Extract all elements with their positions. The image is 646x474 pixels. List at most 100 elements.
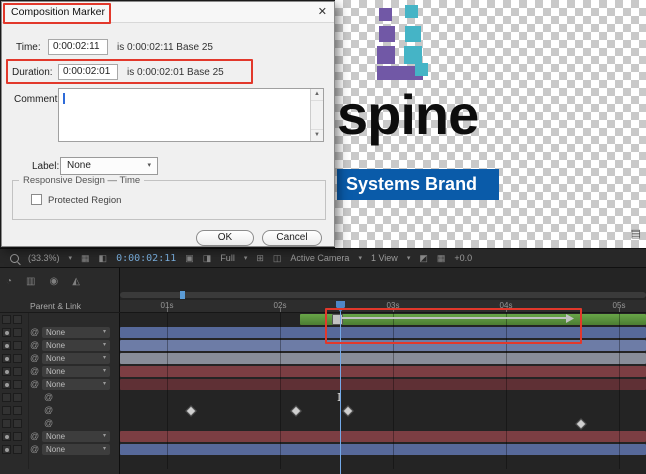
layer-duration-bar[interactable]: [120, 444, 646, 455]
magnification-icon: [10, 254, 19, 263]
audio-switch-well[interactable]: [13, 445, 22, 454]
keyframe-diamond[interactable]: [342, 405, 353, 416]
keyframe-diamond[interactable]: [575, 418, 586, 429]
parent-select[interactable]: None▾: [42, 431, 110, 442]
video-switch-well[interactable]: [2, 354, 11, 363]
chevron-down-icon: ▾: [69, 254, 73, 262]
video-switch-well[interactable]: [2, 393, 11, 402]
layer-track: [120, 365, 646, 378]
video-switch-well[interactable]: [2, 432, 11, 441]
parent-pickwhip-icon[interactable]: @: [44, 392, 53, 403]
parent-select-value: None: [46, 431, 65, 442]
responsive-design-group: Responsive Design — Time Protected Regio…: [12, 180, 326, 220]
parent-pickwhip-icon[interactable]: @: [30, 340, 39, 351]
parent-pickwhip-icon[interactable]: @: [30, 366, 39, 377]
magnification-value[interactable]: (33.3%): [28, 253, 60, 263]
logo-square: [415, 63, 428, 76]
parent-select[interactable]: None▾: [42, 444, 110, 455]
parent-pickwhip-icon[interactable]: @: [44, 405, 53, 416]
graph-editor-icon[interactable]: ◭: [72, 276, 80, 287]
resolution-select[interactable]: Full: [220, 253, 235, 263]
frame-blending-icon[interactable]: ▥: [26, 276, 35, 287]
parent-pickwhip-icon[interactable]: @: [44, 418, 53, 429]
audio-switch-well[interactable]: [13, 315, 22, 324]
view-layout-select[interactable]: 1 View: [371, 253, 398, 263]
comment-scrollbar[interactable]: ▲ ▼: [310, 89, 323, 141]
protected-region-checkbox[interactable]: [31, 194, 42, 205]
layer-switches-row: @ None▾: [0, 443, 119, 456]
layer-duration-bar[interactable]: [120, 353, 646, 364]
current-time-display[interactable]: 0:00:02:11: [116, 253, 176, 264]
audio-switch-well[interactable]: [13, 432, 22, 441]
chevron-down-icon: ▾: [103, 444, 106, 455]
label-select[interactable]: None ▾: [60, 157, 158, 175]
layer-duration-bar[interactable]: [120, 379, 646, 390]
audio-switch-well[interactable]: [13, 419, 22, 428]
motion-blur-icon[interactable]: ◉: [50, 276, 59, 287]
audio-switch-well[interactable]: [13, 380, 22, 389]
video-switch-well[interactable]: [2, 315, 11, 324]
audio-switch-well[interactable]: [13, 354, 22, 363]
comment-label: Comment:: [14, 94, 60, 105]
parent-select-value: None: [46, 379, 65, 390]
fast-preview-icon[interactable]: ◩: [419, 253, 428, 264]
region-of-interest-icon[interactable]: ⊞: [256, 253, 264, 264]
layer-duration-bar[interactable]: [120, 366, 646, 377]
cancel-button[interactable]: Cancel: [262, 230, 322, 246]
exposure-value[interactable]: +0.0: [454, 253, 472, 263]
video-switch-well[interactable]: [2, 406, 11, 415]
audio-switch-well[interactable]: [13, 367, 22, 376]
grid-icon[interactable]: ▦: [437, 253, 446, 264]
pixel-aspect-icon[interactable]: ◫: [273, 253, 282, 264]
brand-banner: Systems Brand: [337, 169, 499, 200]
audio-switch-well[interactable]: [13, 328, 22, 337]
camera-select[interactable]: Active Camera: [290, 253, 349, 263]
property-row: @: [0, 404, 119, 417]
logo-square: [379, 26, 395, 42]
comment-textarea[interactable]: ▲ ▼: [58, 88, 324, 142]
video-switch-well[interactable]: [2, 328, 11, 337]
ruler-tick: [280, 308, 281, 312]
audio-switch-well[interactable]: [13, 393, 22, 402]
time-info: is 0:00:02:11 Base 25: [117, 42, 213, 53]
timeline-panel: ◔ ▥ ◉ ◭ Parent & Link @ None▾ @ None▾: [0, 268, 646, 474]
shy-layers-icon[interactable]: ◔: [6, 276, 12, 287]
mask-visibility-icon[interactable]: ◧: [99, 253, 108, 264]
audio-switch-well[interactable]: [13, 406, 22, 415]
video-switch-well[interactable]: [2, 380, 11, 389]
video-switch-well[interactable]: [2, 419, 11, 428]
channels-icon[interactable]: ◨: [203, 253, 212, 264]
parent-pickwhip-icon[interactable]: @: [30, 444, 39, 455]
ok-button[interactable]: OK: [196, 230, 254, 246]
video-switch-well[interactable]: [2, 367, 11, 376]
audio-switch-well[interactable]: [13, 341, 22, 350]
scroll-down-icon[interactable]: ▼: [311, 129, 323, 141]
layer-duration-bar[interactable]: [120, 431, 646, 442]
parent-select[interactable]: None ▾: [42, 379, 110, 390]
snapshot-icon[interactable]: ▣: [185, 253, 194, 264]
parent-pickwhip-icon[interactable]: @: [30, 327, 39, 338]
video-switch-well[interactable]: [2, 341, 11, 350]
video-switch-well[interactable]: [2, 445, 11, 454]
parent-select[interactable]: None▾: [42, 366, 110, 377]
panel-grip-icon[interactable]: ▤: [631, 227, 641, 240]
close-icon[interactable]: ✕: [318, 5, 327, 18]
parent-pickwhip-icon[interactable]: @: [30, 431, 39, 442]
parent-select[interactable]: None▾: [42, 353, 110, 364]
composition-viewer: spine Systems Brand ▤: [335, 0, 646, 248]
parent-select[interactable]: None▾: [42, 327, 110, 338]
chevron-down-icon: ▾: [103, 379, 106, 390]
work-area-marker[interactable]: [180, 291, 185, 299]
time-field[interactable]: 0:00:02:11: [48, 39, 108, 55]
logo-square: [379, 8, 392, 21]
grid-guides-icon[interactable]: ▦: [81, 253, 90, 264]
scroll-up-icon[interactable]: ▲: [311, 89, 323, 101]
parent-select[interactable]: None▾: [42, 340, 110, 351]
work-area-bar[interactable]: [120, 292, 646, 298]
parent-pickwhip-icon[interactable]: @: [30, 353, 39, 364]
parent-pickwhip-icon[interactable]: @: [30, 379, 39, 390]
keyframe-diamond[interactable]: [290, 405, 301, 416]
keyframe-diamond[interactable]: [185, 405, 196, 416]
after-effects-app: spine Systems Brand ▤ (33.3%) ▾ ▦ ◧ 0:00…: [0, 0, 646, 474]
chevron-down-icon: ▾: [358, 254, 362, 262]
